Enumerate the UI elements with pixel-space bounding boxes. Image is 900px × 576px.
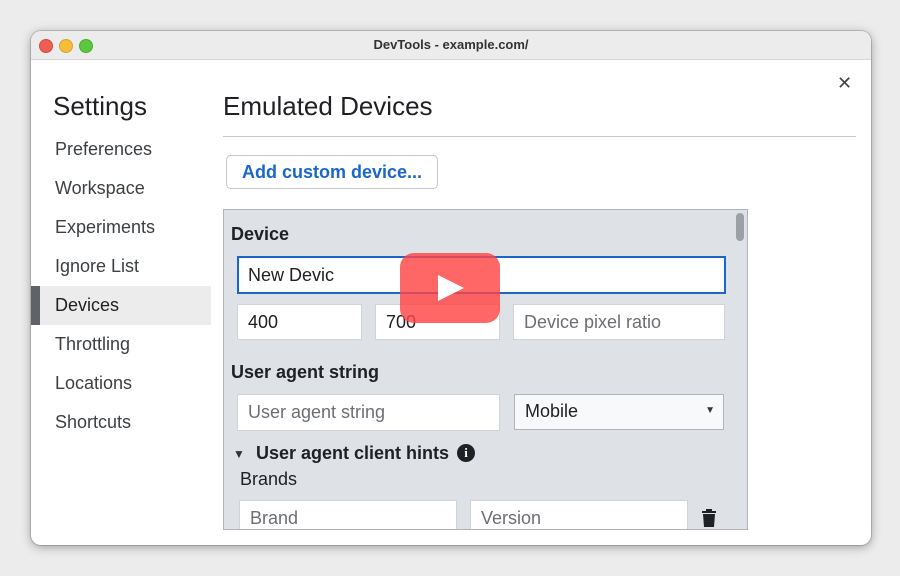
title-bar: DevTools - example.com/ [31,31,871,60]
user-agent-type-select[interactable]: Mobile ▼ [514,394,724,430]
info-icon[interactable]: i [457,444,475,462]
trash-icon[interactable] [702,509,716,527]
sidebar-item-ignore-list[interactable]: Ignore List [31,247,211,286]
sidebar-item-shortcuts[interactable]: Shortcuts [31,403,211,442]
brand-input[interactable] [239,500,457,529]
play-icon [438,275,464,301]
triangle-down-icon[interactable]: ▼ [233,447,245,461]
sidebar-item-locations[interactable]: Locations [31,364,211,403]
sidebar-item-workspace[interactable]: Workspace [31,169,211,208]
sidebar-item-devices[interactable]: Devices [31,286,211,325]
scrollbar[interactable] [736,213,744,241]
device-pixel-ratio-input[interactable] [513,304,725,340]
divider [223,136,856,137]
brands-label: Brands [240,469,298,489]
settings-title: Settings [53,91,147,121]
device-label: Device [231,224,290,244]
window-title: DevTools - example.com/ [373,37,529,52]
sidebar-item-experiments[interactable]: Experiments [31,208,211,247]
user-agent-type-value: Mobile [525,401,579,421]
page-title: Emulated Devices [223,91,433,121]
add-custom-device-button[interactable]: Add custom device... [226,155,438,189]
sidebar-item-preferences[interactable]: Preferences [31,130,211,169]
width-input[interactable] [237,304,362,340]
settings-sidebar: Preferences Workspace Experiments Ignore… [31,130,211,442]
client-hints-label[interactable]: User agent client hints [256,443,449,464]
close-icon[interactable]: ✕ [837,73,852,94]
user-agent-input[interactable] [237,394,500,431]
video-play-button[interactable] [400,253,500,323]
caret-down-icon: ▼ [705,405,715,416]
version-input[interactable] [470,500,688,529]
user-agent-label: User agent string [231,362,380,382]
sidebar-item-throttling[interactable]: Throttling [31,325,211,364]
